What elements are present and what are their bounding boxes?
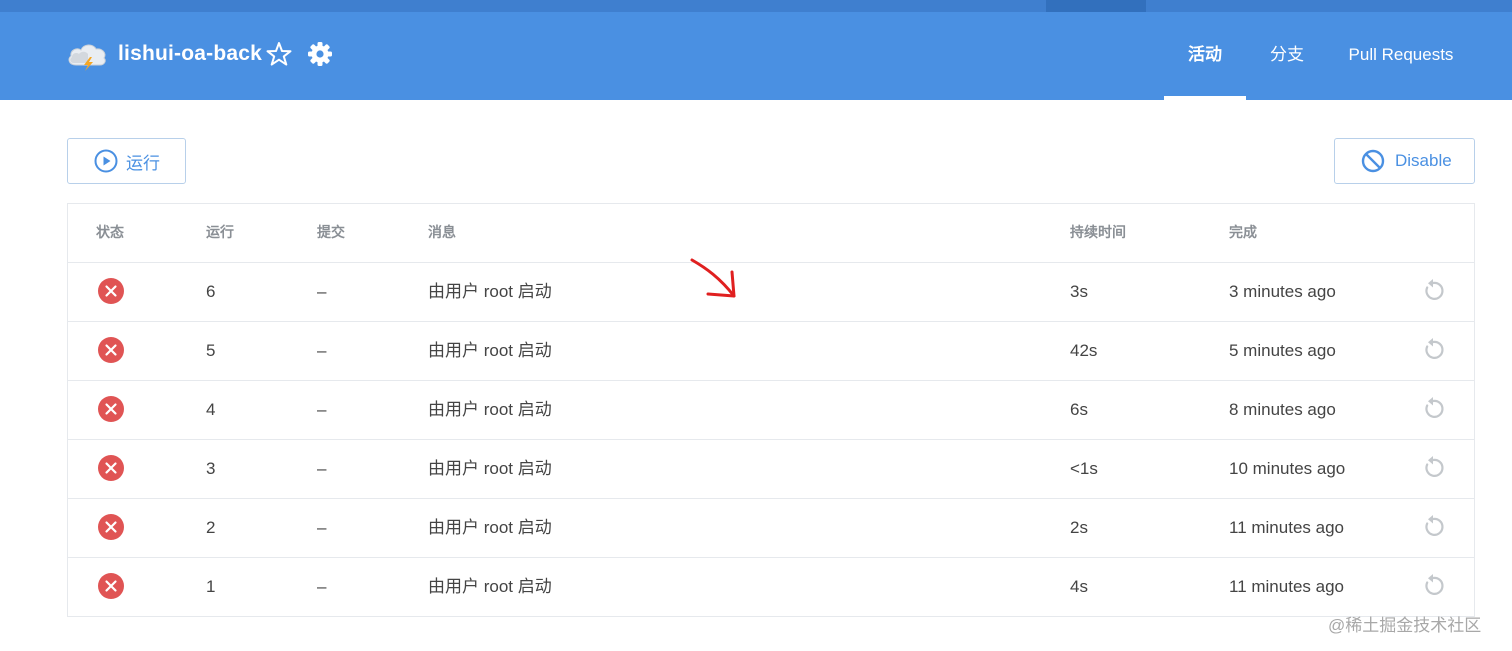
watermark: @稀土掘金技术社区 xyxy=(1328,616,1482,635)
build-message: 由用户 root 启动 xyxy=(428,577,552,596)
cloud-lightning-icon xyxy=(68,44,106,71)
run-number: 1 xyxy=(206,577,216,596)
star-button[interactable] xyxy=(266,41,292,67)
run-number: 4 xyxy=(206,400,216,419)
run-button[interactable]: 运行 xyxy=(67,138,186,184)
ban-icon xyxy=(1361,149,1385,173)
build-duration: 2s xyxy=(1070,518,1088,537)
annotation-arrow xyxy=(690,258,736,298)
build-finished: 11 minutes ago xyxy=(1229,518,1344,537)
column-header-run: 运行 xyxy=(206,224,234,240)
commit-hash: – xyxy=(317,400,327,419)
commit-hash: – xyxy=(317,459,327,478)
build-duration: 3s xyxy=(1070,282,1088,301)
gear-icon xyxy=(308,42,332,66)
build-duration: 42s xyxy=(1070,341,1098,360)
commit-hash: – xyxy=(317,518,327,537)
x-circle-icon xyxy=(98,396,124,422)
build-message: 由用户 root 启动 xyxy=(428,459,552,478)
build-finished: 8 minutes ago xyxy=(1229,400,1336,419)
table-row[interactable]: 5 – 由用户 root 启动 42s 5 minutes ago xyxy=(68,322,1474,381)
build-duration: 6s xyxy=(1070,400,1088,419)
star-icon xyxy=(266,42,292,66)
x-circle-icon xyxy=(98,455,124,481)
play-circle-icon xyxy=(94,149,118,173)
column-header-finished: 完成 xyxy=(1229,224,1257,240)
retry-icon[interactable] xyxy=(1420,396,1446,422)
repo-title[interactable]: lishui-oa-back xyxy=(118,42,262,66)
table-row[interactable]: 3 – 由用户 root 启动 <1s 10 minutes ago xyxy=(68,440,1474,499)
builds-table: 状态 运行 提交 消息 持续时间 完成 6 – 由用户 root 启动 3s 3 min… xyxy=(67,203,1475,617)
retry-icon[interactable] xyxy=(1420,455,1446,481)
build-message: 由用户 root 启动 xyxy=(428,518,552,537)
build-message: 由用户 root 启动 xyxy=(428,341,552,360)
retry-icon[interactable] xyxy=(1420,278,1446,304)
app-header: lishui-oa-back 活动 分支 Pull Requests xyxy=(0,12,1512,100)
retry-icon[interactable] xyxy=(1420,573,1446,599)
build-message: 由用户 root 启动 xyxy=(428,282,552,301)
commit-hash: – xyxy=(317,577,327,596)
run-button-label: 运行 xyxy=(126,153,160,173)
top-strip-segment xyxy=(1046,0,1146,12)
x-circle-icon xyxy=(98,337,124,363)
column-header-commit: 提交 xyxy=(317,224,345,240)
settings-button[interactable] xyxy=(307,41,333,67)
table-row[interactable]: 6 – 由用户 root 启动 3s 3 minutes ago xyxy=(68,263,1474,322)
build-finished: 3 minutes ago xyxy=(1229,282,1336,301)
table-row[interactable]: 4 – 由用户 root 启动 6s 8 minutes ago xyxy=(68,381,1474,440)
tab-branches[interactable]: 分支 xyxy=(1250,12,1324,100)
retry-icon[interactable] xyxy=(1420,337,1446,363)
top-strip xyxy=(0,0,1512,12)
build-duration: 4s xyxy=(1070,577,1088,596)
commit-hash: – xyxy=(317,341,327,360)
column-header-message: 消息 xyxy=(428,224,456,240)
commit-hash: – xyxy=(317,282,327,301)
table-row[interactable]: 2 – 由用户 root 启动 2s 11 minutes ago xyxy=(68,499,1474,558)
tab-activity[interactable]: 活动 xyxy=(1164,12,1246,100)
run-number: 3 xyxy=(206,459,216,478)
disable-button-label: Disable xyxy=(1395,151,1452,170)
column-header-duration: 持续时间 xyxy=(1070,224,1126,240)
run-number: 5 xyxy=(206,341,216,360)
build-finished: 10 minutes ago xyxy=(1229,459,1346,478)
x-circle-icon xyxy=(98,573,124,599)
build-message: 由用户 root 启动 xyxy=(428,400,552,419)
build-finished: 11 minutes ago xyxy=(1229,577,1344,596)
run-number: 6 xyxy=(206,282,216,301)
column-header-status: 状态 xyxy=(96,224,124,240)
retry-icon[interactable] xyxy=(1420,514,1446,540)
tab-pull-requests[interactable]: Pull Requests xyxy=(1336,12,1466,100)
build-duration: <1s xyxy=(1070,459,1098,478)
run-number: 2 xyxy=(206,518,216,537)
x-circle-icon xyxy=(98,278,124,304)
build-finished: 5 minutes ago xyxy=(1229,341,1336,360)
table-row[interactable]: 1 – 由用户 root 启动 4s 11 minutes ago xyxy=(68,558,1474,617)
table-header: 状态 运行 提交 消息 持续时间 完成 xyxy=(68,204,1474,263)
x-circle-icon xyxy=(98,514,124,540)
disable-button[interactable]: Disable xyxy=(1334,138,1475,184)
